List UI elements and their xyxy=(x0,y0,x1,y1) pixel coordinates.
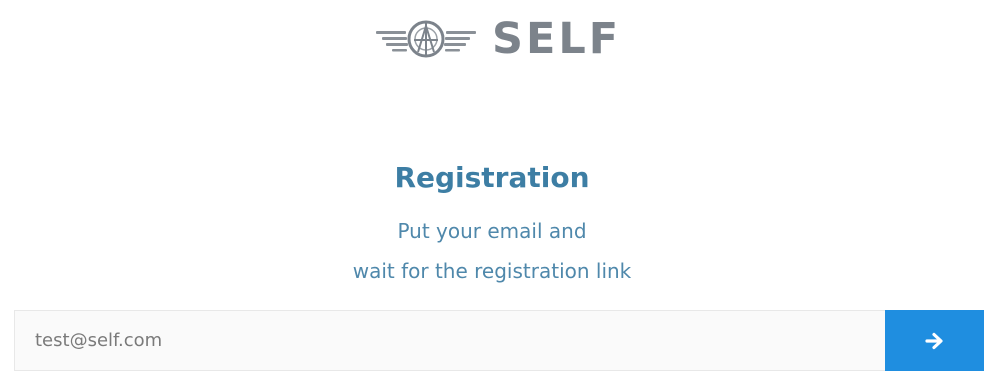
submit-button[interactable] xyxy=(885,310,984,371)
arrow-right-icon xyxy=(924,332,943,349)
email-input[interactable] xyxy=(14,310,885,371)
winged-emblem-icon xyxy=(376,20,476,58)
brand-logo: SELF xyxy=(372,14,621,64)
registration-form xyxy=(14,310,984,371)
page-title: Registration xyxy=(394,161,590,194)
subtitle-line-2: wait for the registration link xyxy=(352,259,632,283)
subtitle-line-1: Put your email and xyxy=(397,219,587,243)
brand-name: SELF xyxy=(492,14,622,64)
registration-page: SELF Registration Put your email and wai… xyxy=(0,0,984,371)
